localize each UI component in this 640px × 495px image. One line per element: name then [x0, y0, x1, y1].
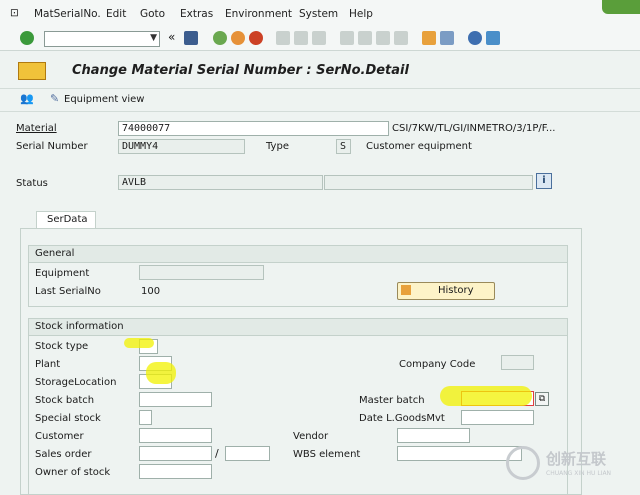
- find-icon[interactable]: [294, 31, 308, 45]
- people-icon[interactable]: 👥: [20, 92, 34, 105]
- owner-of-stock-field[interactable]: [139, 464, 212, 479]
- last-page-icon[interactable]: [394, 31, 408, 45]
- watermark-logo-icon: [506, 446, 540, 480]
- material-field[interactable]: 74000077: [118, 121, 389, 136]
- matchcode-icon[interactable]: ⧉: [535, 392, 549, 406]
- highlight-mark: [440, 386, 532, 406]
- previous-page-icon[interactable]: [358, 31, 372, 45]
- watermark: 创新互联 CHUANG XIN HU LIAN: [504, 442, 640, 488]
- shortcut-icon[interactable]: [440, 31, 454, 45]
- highlight-mark: [146, 362, 176, 384]
- history-icon: [401, 285, 411, 295]
- owner-of-stock-label: Owner of stock: [35, 467, 111, 478]
- sales-order-label: Sales order: [35, 449, 92, 460]
- equipment-field: [139, 265, 264, 280]
- menu-help[interactable]: Help: [349, 8, 373, 20]
- master-batch-label: Master batch: [359, 395, 425, 406]
- stock-heading: Stock information: [35, 321, 124, 332]
- equipment-label: Equipment: [35, 268, 90, 279]
- info-icon[interactable]: i: [536, 173, 552, 189]
- sales-order-separator: /: [215, 447, 219, 460]
- company-code-label: Company Code: [399, 359, 476, 370]
- cancel-icon[interactable]: [249, 31, 263, 45]
- back-icon[interactable]: [213, 31, 227, 45]
- page-title: Change Material Serial Number : SerNo.De…: [72, 63, 409, 78]
- menu-goto[interactable]: Goto: [140, 8, 165, 20]
- layout-icon[interactable]: [486, 31, 500, 45]
- menu-edit[interactable]: Edit: [106, 8, 126, 20]
- status-field: AVLB: [118, 175, 323, 190]
- status-field-2: [324, 175, 533, 190]
- status-label: Status: [16, 178, 48, 189]
- tab-serdata[interactable]: SerData: [36, 211, 96, 228]
- enter-check-icon[interactable]: [20, 31, 34, 45]
- menu-bar: ⊡ MatSerialNo. Edit Goto Extras Environm…: [0, 0, 640, 29]
- session-indicator: [602, 0, 640, 14]
- last-serial-value: 100: [141, 286, 161, 297]
- equipment-view-button[interactable]: Equipment view: [64, 94, 145, 105]
- application-toolbar: 👥 ✎ Equipment view: [0, 88, 640, 112]
- date-goods-movement-field[interactable]: [461, 410, 534, 425]
- menu-extras[interactable]: Extras: [180, 8, 213, 20]
- general-group-header: General: [29, 246, 567, 263]
- material-label: Material: [16, 123, 57, 134]
- special-stock-label: Special stock: [35, 413, 101, 424]
- exit-icon[interactable]: [231, 31, 245, 45]
- stock-type-label: Stock type: [35, 341, 89, 352]
- find-next-icon[interactable]: [312, 31, 326, 45]
- general-heading: General: [35, 248, 75, 259]
- stock-batch-label: Stock batch: [35, 395, 95, 406]
- wbs-element-label: WBS element: [293, 449, 361, 460]
- menu-environment[interactable]: Environment: [225, 8, 292, 20]
- chevron-down-icon[interactable]: ▼: [150, 33, 157, 43]
- history-button[interactable]: History: [397, 282, 495, 300]
- back-nav-icon[interactable]: «: [168, 30, 175, 44]
- next-page-icon[interactable]: [376, 31, 390, 45]
- date-goods-movement-label: Date L.GoodsMvt: [359, 413, 445, 424]
- stock-information-group: Stock information Stock type Plant Compa…: [28, 318, 568, 494]
- menu-system[interactable]: System: [299, 8, 338, 20]
- customer-label: Customer: [35, 431, 84, 442]
- highlight-mark: [124, 338, 154, 348]
- sap-menu-icon[interactable]: ⊡: [10, 7, 19, 19]
- first-page-icon[interactable]: [340, 31, 354, 45]
- create-session-icon[interactable]: [422, 31, 436, 45]
- save-icon[interactable]: [184, 31, 198, 45]
- company-code-field: [501, 355, 534, 370]
- watermark-text: 创新互联: [546, 450, 607, 468]
- stock-batch-field[interactable]: [139, 392, 212, 407]
- help-icon[interactable]: [468, 31, 482, 45]
- vendor-field[interactable]: [397, 428, 470, 443]
- type-label: Type: [266, 141, 289, 152]
- pencil-icon[interactable]: ✎: [50, 92, 59, 105]
- customer-field[interactable]: [139, 428, 212, 443]
- watermark-subtext: CHUANG XIN HU LIAN: [546, 470, 612, 477]
- serial-number-label: Serial Number: [16, 141, 88, 152]
- print-icon[interactable]: [276, 31, 290, 45]
- material-description: CSI/7KW/TL/GI/INMETRO/3/1P/F...: [392, 123, 556, 134]
- plant-label: Plant: [35, 359, 61, 370]
- vendor-label: Vendor: [293, 431, 329, 442]
- special-stock-field[interactable]: [139, 410, 152, 425]
- sales-order-item-field[interactable]: [225, 446, 270, 461]
- type-description: Customer equipment: [366, 141, 472, 152]
- last-serial-label: Last SerialNo: [35, 286, 101, 297]
- menu-matserialno[interactable]: MatSerialNo.: [34, 8, 101, 20]
- type-field: S: [336, 139, 351, 154]
- title-bar: Change Material Serial Number : SerNo.De…: [0, 56, 640, 84]
- standard-toolbar: ▼ «: [0, 28, 640, 51]
- stock-group-header: Stock information: [29, 319, 567, 336]
- storage-location-label: StorageLocation: [35, 377, 117, 388]
- serial-number-field: DUMMY4: [118, 139, 245, 154]
- command-field[interactable]: ▼: [44, 31, 160, 47]
- history-button-label: History: [438, 285, 474, 296]
- sales-order-field[interactable]: [139, 446, 212, 461]
- general-group: General Equipment Last SerialNo 100 Hist…: [28, 245, 568, 307]
- tab-serdata-label: SerData: [47, 214, 88, 225]
- transaction-icon: [18, 62, 46, 80]
